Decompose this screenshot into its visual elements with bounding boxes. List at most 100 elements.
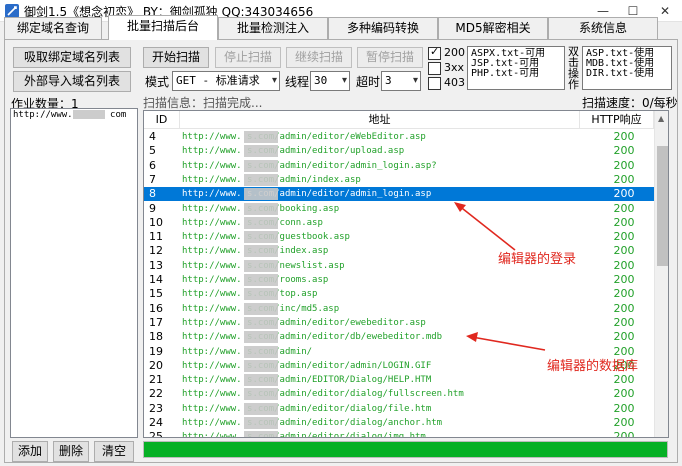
row-id: 20 <box>149 358 163 372</box>
stop-scan-button[interactable]: 停止扫描 <box>215 47 281 68</box>
row-id: 14 <box>149 273 163 286</box>
row-url: http://www. s.com/admin/index.asp <box>182 174 361 185</box>
scrollbar-thumb[interactable] <box>657 146 668 266</box>
column-header-http[interactable]: HTTP响应 <box>580 111 654 129</box>
table-row[interactable]: 23 http://www. s.com/admin/editor/dialog/… <box>144 402 654 416</box>
results-grid[interactable]: ID 地址 HTTP响应 4 http://www. s.com/admin/ed… <box>143 110 669 438</box>
row-id: 11 <box>149 230 163 244</box>
row-url: http://www. s.com/admin/editor/admin/LOG… <box>182 360 432 371</box>
timeout-label: 超时 <box>356 75 381 89</box>
redacted-block <box>244 274 278 286</box>
table-row[interactable]: 24 http://www. s.com/admin/editor/dialog/… <box>144 416 654 430</box>
redacted-block <box>244 173 278 186</box>
row-url: http://www. s.com/top.asp <box>182 289 318 300</box>
fetch-bound-domains-button[interactable]: 吸取绑定域名列表 <box>13 47 131 68</box>
column-header-address[interactable]: 地址 <box>180 111 580 129</box>
row-url: http://www. s.com/admin/editor/dialog/fi… <box>182 403 432 414</box>
row-id: 19 <box>149 344 163 358</box>
checkbox-200[interactable] <box>428 45 441 60</box>
code-403-label: 403 <box>444 76 465 89</box>
dict-item[interactable]: DIR.txt-使用 <box>586 69 668 79</box>
table-row[interactable]: 11 http://www. s.com/guestbook.asp 200 <box>144 230 654 244</box>
row-id: 12 <box>149 244 163 258</box>
clear-button[interactable]: 清空 <box>94 441 134 462</box>
domain-list[interactable]: http://www. com <box>10 108 138 438</box>
row-id: 13 <box>149 258 163 272</box>
redacted-block <box>244 388 278 401</box>
table-row[interactable]: 14 http://www. s.com/rooms.asp 200 <box>144 273 654 287</box>
redacted-block <box>244 259 278 272</box>
thread-select[interactable]: 30 ▾ <box>310 71 350 91</box>
row-url: http://www. s.com/admin/editor/eWebEdito… <box>182 132 426 142</box>
checkbox-403[interactable] <box>428 77 441 90</box>
mode-select[interactable]: GET - 标准请求 ▾ <box>172 71 280 91</box>
code-3xx-label: 3xx <box>444 61 465 74</box>
tab-batch-injection[interactable]: 批量检测注入 <box>218 17 328 39</box>
start-scan-button[interactable]: 开始扫描 <box>143 47 209 68</box>
redacted-block <box>244 288 278 301</box>
row-http-code: 200 <box>613 273 635 286</box>
row-url: http://www. s.com/admin/editor/dialog/im… <box>182 432 426 438</box>
checkbox-3xx[interactable] <box>428 62 441 75</box>
tab-system-info[interactable]: 系统信息 <box>548 17 658 39</box>
table-row[interactable]: 5 http://www. s.com/admin/editor/upload.a… <box>144 144 654 158</box>
row-id: 22 <box>149 387 163 401</box>
table-row[interactable]: 15 http://www. s.com/top.asp 200 <box>144 287 654 301</box>
row-http-code: 200 <box>613 201 635 215</box>
annotation-arrow-db <box>466 332 546 351</box>
tab-batch-scan-admin[interactable]: 批量扫描后台 <box>108 15 218 40</box>
row-url: http://www. s.com/inc/md5.asp <box>182 303 340 314</box>
column-header-id[interactable]: ID <box>144 111 180 129</box>
dict-list-right[interactable]: ASP.txt-使用 MDB.txt-使用 DIR.txt-使用 <box>582 46 672 90</box>
table-row[interactable]: 21 http://www. s.com/admin/EDITOR/Dialog/… <box>144 373 654 387</box>
pause-scan-button[interactable]: 暂停扫描 <box>357 47 423 68</box>
import-domains-button[interactable]: 外部导入域名列表 <box>13 71 131 92</box>
redacted-block <box>244 159 278 172</box>
scroll-up-icon[interactable]: ▲ <box>658 114 664 123</box>
tab-encoding[interactable]: 多种编码转换 <box>328 17 438 39</box>
row-id: 15 <box>149 287 163 301</box>
mode-value: GET - 标准请求 <box>176 74 260 87</box>
table-row[interactable]: 7 http://www. s.com/admin/index.asp 200 <box>144 173 654 187</box>
scan-info-text: 扫描信息：扫描完成... <box>143 96 263 110</box>
redacted-block <box>244 417 278 429</box>
redacted-block <box>244 302 278 315</box>
row-http-code: 200 <box>613 172 635 186</box>
row-http-code: 200 <box>613 416 635 429</box>
table-row[interactable]: 17 http://www. s.com/admin/editor/ewebedi… <box>144 316 654 330</box>
dict-list-left[interactable]: ASPX.txt-可用 JSP.txt-可用 PHP.txt-可用 <box>467 46 565 90</box>
row-id: 8 <box>149 187 156 201</box>
row-url: http://www. s.com/admin/editor/dialog/an… <box>182 418 443 428</box>
row-id: 5 <box>149 144 156 158</box>
table-row[interactable]: 22 http://www. s.com/admin/editor/dialog/… <box>144 387 654 401</box>
chevron-down-icon: ▾ <box>341 75 347 86</box>
table-row[interactable]: 4 http://www. s.com/admin/editor/eWebEdit… <box>144 130 654 144</box>
dict-item[interactable]: PHP.txt-可用 <box>471 69 561 79</box>
table-row[interactable]: 6 http://www. s.com/admin/editor/admin_lo… <box>144 159 654 173</box>
table-row[interactable]: 18 http://www. s.com/admin/editor/db/eweb… <box>144 330 654 344</box>
row-http-code: 200 <box>613 401 635 415</box>
table-row[interactable]: 25 http://www. s.com/admin/editor/dialog/… <box>144 430 654 438</box>
table-row[interactable]: 10 http://www. s.com/conn.asp 200 <box>144 216 654 230</box>
table-row[interactable]: 8 http://www. s.com/admin/editor/admin_lo… <box>144 187 654 202</box>
vertical-scrollbar[interactable]: ▲ <box>654 111 668 437</box>
table-row[interactable]: 12 http://www. s.com/index.asp 200 <box>144 244 654 258</box>
continue-scan-button[interactable]: 继续扫描 <box>286 47 352 68</box>
tab-bind-domain[interactable]: 绑定域名查询 <box>4 17 102 39</box>
code-200-label: 200 <box>444 46 465 59</box>
table-row[interactable]: 9 http://www. s.com/booking.asp 200 <box>144 202 654 216</box>
delete-button[interactable]: 删除 <box>53 441 89 462</box>
table-row[interactable]: 16 http://www. s.com/inc/md5.asp 200 <box>144 302 654 316</box>
redacted-block <box>244 316 278 329</box>
list-item[interactable]: http://www. com <box>13 110 126 120</box>
table-row[interactable]: 13 http://www. s.com/newslist.asp 200 <box>144 259 654 273</box>
tab-md5[interactable]: MD5解密相关 <box>438 17 548 39</box>
row-http-code: 200 <box>613 330 635 344</box>
app-window: 御剑1.5《想念初恋》 BY：御剑孤独 QQ:343034656 — ☐ ✕ 绑… <box>0 0 682 466</box>
row-url: http://www. s.com/admin/editor/ewebedito… <box>182 317 426 328</box>
redacted-block <box>244 202 278 215</box>
add-button[interactable]: 添加 <box>12 441 48 462</box>
thread-value: 30 <box>314 74 328 87</box>
domain-item-tail: com <box>110 110 127 120</box>
timeout-select[interactable]: 3 ▾ <box>381 71 421 91</box>
